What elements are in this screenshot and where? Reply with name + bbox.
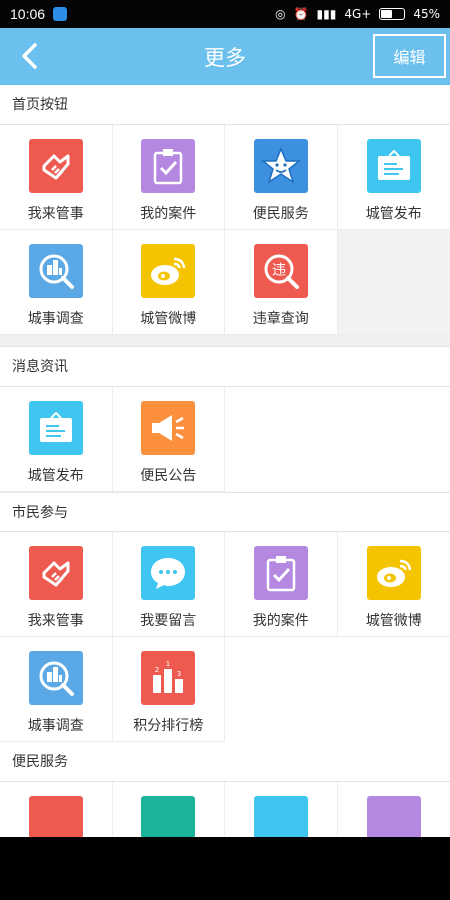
home-buttons-grid: 我来管事 我的案件 便民服务 城管发布 城事调查 城管微博 违 违章查询 [0, 125, 450, 335]
grid-item-partial[interactable] [225, 782, 338, 837]
section-title-services: 便民服务 [0, 742, 450, 782]
grid-item-partial[interactable] [0, 782, 113, 837]
app-icon [141, 796, 196, 837]
grid-item-label: 我来管事 [27, 613, 84, 629]
star-smile-icon [253, 139, 308, 193]
app-icon [253, 796, 308, 837]
grid-item-label: 城管微博 [140, 311, 197, 327]
section-title-news: 消息资讯 [0, 347, 450, 387]
handshake-icon [28, 546, 83, 600]
handshake-icon [28, 139, 83, 193]
grid-item-label: 违章查询 [252, 311, 309, 327]
grid-item-woyaoliuyan[interactable]: 我要留言 [112, 532, 225, 637]
grid-item-label: 城事调查 [27, 311, 84, 327]
grid-item-label: 我要留言 [140, 613, 197, 629]
grid-item-label: 我来管事 [27, 206, 84, 222]
app-icon [28, 796, 83, 837]
notice-board-icon [366, 139, 421, 193]
status-time: 10:06 [10, 6, 46, 22]
notification-app-icon [53, 7, 68, 21]
notice-board-icon [28, 401, 83, 455]
grid-item-label: 城管发布 [365, 206, 422, 222]
grid-item-jifenpaihangbang[interactable]: 213 积分排行榜 [112, 637, 225, 742]
hotspot-icon: ◎ [275, 7, 286, 21]
grid-item-chengguanweibo[interactable]: 城管微博 [337, 532, 450, 637]
megaphone-icon [141, 401, 196, 455]
svg-text:1: 1 [166, 660, 170, 668]
grid-item-label: 我的案件 [140, 206, 197, 222]
weibo-icon [141, 244, 196, 298]
status-bar: 10:06 ◎ ⏰ ▮▮▮ 4G+ 45% [0, 0, 450, 28]
services-grid [0, 782, 450, 837]
grid-item-wodeanjian[interactable]: 我的案件 [225, 532, 338, 637]
grid-item-weizhangchaxun[interactable]: 违 违章查询 [225, 230, 338, 335]
ranking-podium-icon: 213 [141, 651, 196, 705]
battery-percent: 45% [413, 7, 440, 21]
grid-item-wodeanjian[interactable]: 我的案件 [112, 125, 225, 230]
grid-item-chengshidiaocha[interactable]: 城事调查 [0, 637, 113, 742]
edit-button[interactable]: 编辑 [373, 34, 446, 78]
weibo-icon [366, 546, 421, 600]
signal-icon: ▮▮▮ [316, 7, 337, 21]
grid-item-partial[interactable] [338, 782, 450, 837]
grid-item-wolaiguanshi[interactable]: 我来管事 [0, 125, 113, 230]
alarm-icon: ⏰ [293, 7, 309, 21]
battery-icon [379, 8, 406, 20]
grid-item-partial[interactable] [113, 782, 225, 837]
top-nav-bar: 更多 编辑 [0, 28, 450, 85]
clipboard-check-icon [141, 139, 196, 193]
status-indicators: ◎ ⏰ ▮▮▮ 4G+ 45% [275, 7, 440, 21]
section-title-home-buttons: 首页按钮 [0, 85, 450, 125]
section-title-citizen: 市民参与 [0, 492, 450, 532]
citizen-grid: 我来管事 我要留言 我的案件 城管微博 城事调查 2 1 3 积分排行榜 [0, 532, 450, 742]
section-divider [0, 335, 450, 347]
grid-item-label: 城管微博 [365, 613, 422, 629]
grid-item-label: 城事调查 [27, 718, 84, 734]
svg-text:违: 违 [272, 263, 286, 279]
grid-item-label: 城管发布 [27, 468, 84, 484]
grid-item-label: 我的案件 [252, 613, 309, 629]
grid-item-chengguanfabu[interactable]: 城管发布 [0, 387, 113, 492]
grid-item-chengguanweibo[interactable]: 城管微博 [112, 230, 225, 335]
grid-item-wolaiguanshi[interactable]: 我来管事 [0, 532, 113, 637]
violation-search-icon: 违 [253, 244, 308, 298]
grid-empty-slot [337, 230, 450, 335]
grid-item-label: 便民服务 [252, 206, 309, 222]
city-search-icon [28, 651, 83, 705]
svg-text:2: 2 [155, 666, 159, 674]
grid-item-label: 便民公告 [140, 468, 197, 484]
chat-bubble-icon [141, 546, 196, 600]
grid-item-chengshidiaocha[interactable]: 城事调查 [0, 230, 113, 335]
grid-item-bianminfuwu[interactable]: 便民服务 [225, 125, 338, 230]
app-icon [366, 796, 421, 837]
system-nav-bar [0, 837, 450, 900]
city-search-icon [28, 244, 83, 298]
grid-item-chengguanfabu[interactable]: 城管发布 [337, 125, 450, 230]
svg-text:3: 3 [177, 670, 181, 678]
grid-item-label: 积分排行榜 [133, 718, 204, 734]
grid-item-bianmingonggao[interactable]: 便民公告 [112, 387, 225, 492]
news-grid: 城管发布 便民公告 [0, 387, 450, 492]
main-content[interactable]: 首页按钮 我来管事 我的案件 便民服务 城管发布 城事调查 城管微博 违 违章查… [0, 85, 450, 837]
network-type: 4G+ [344, 7, 372, 21]
clipboard-check-icon [253, 546, 308, 600]
